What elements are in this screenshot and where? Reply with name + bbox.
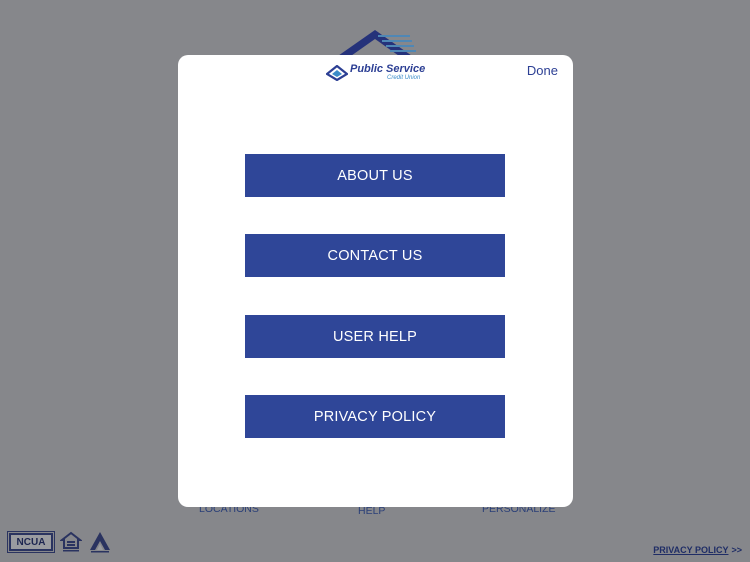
footer-privacy-policy-link[interactable]: PRIVACY POLICY >> xyxy=(653,545,742,555)
info-menu-modal: Public Service Credit Union Done ABOUT U… xyxy=(178,55,573,507)
public-service-logo-icon xyxy=(326,65,348,81)
co-op-network-icon xyxy=(90,532,110,553)
about-us-button[interactable]: ABOUT US xyxy=(245,154,505,197)
public-service-logo: Public Service Credit Union xyxy=(326,63,428,83)
footer-privacy-arrows: >> xyxy=(731,545,742,555)
logo-subtitle: Credit Union xyxy=(387,75,421,81)
done-button[interactable]: Done xyxy=(527,63,558,78)
contact-us-button[interactable]: CONTACT US xyxy=(245,234,505,277)
user-help-button[interactable]: USER HELP xyxy=(245,315,505,358)
ncua-badge: NCUA xyxy=(7,531,55,553)
logo-title: Public Service xyxy=(350,63,426,75)
equal-housing-lender-icon xyxy=(60,531,82,552)
privacy-policy-button[interactable]: PRIVACY POLICY xyxy=(245,395,505,438)
footer-privacy-label: PRIVACY POLICY xyxy=(653,545,729,555)
footer-badges: NCUA xyxy=(7,531,111,553)
